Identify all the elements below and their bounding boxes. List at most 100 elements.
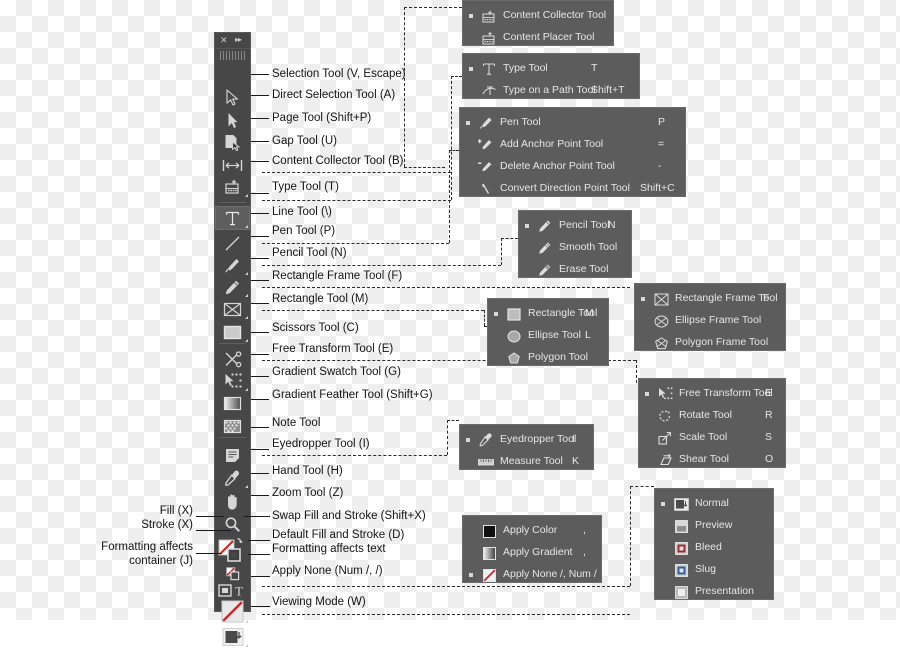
arrow-cursor-icon — [226, 88, 238, 106]
flyout-apply-color[interactable]: Apply Color , Apply Gradient , Apply Non… — [462, 515, 602, 583]
leader-viewing-mode — [251, 606, 270, 607]
rectangle-icon — [223, 325, 242, 339]
close-x-icon[interactable]: ✕ — [220, 35, 228, 45]
menu-item[interactable]: Polygon Tool — [488, 347, 608, 369]
label-tool-pen: Pen Tool (P) — [272, 225, 336, 237]
fill-stroke-control[interactable] — [215, 536, 250, 566]
menu-item[interactable]: Type Tool T — [463, 58, 639, 80]
tools-panel-header[interactable]: ✕ ▸▸ — [215, 33, 250, 49]
tool-pen[interactable] — [215, 253, 250, 277]
default-fill-stroke-icon — [225, 567, 239, 581]
menu-item[interactable]: Ellipse Tool L — [488, 325, 608, 347]
menu-item[interactable]: Add Anchor Point Tool = — [460, 134, 685, 156]
menu-item-label: Type Tool — [503, 62, 548, 74]
tool-content-collector[interactable] — [215, 175, 250, 199]
label-tool-content-collector: Content Collector Tool (B) — [272, 155, 404, 167]
menu-item[interactable]: Measure Tool K — [460, 451, 593, 473]
menu-item[interactable]: Shear Tool O — [639, 449, 785, 471]
menu-item[interactable]: Scale Tool S — [639, 427, 785, 449]
menu-item[interactable]: Apply Color , — [463, 520, 601, 542]
menu-item[interactable]: Eyedropper Tool I — [460, 429, 593, 451]
leader-gradient-feather — [251, 399, 269, 400]
tool-gradient-swatch[interactable] — [215, 391, 250, 415]
menu-item[interactable]: Normal — [655, 493, 773, 515]
label-formatting-affects-container: Formatting affects container (J) — [101, 541, 193, 567]
menu-item[interactable]: Pen Tool P — [460, 112, 685, 134]
tool-line[interactable] — [215, 231, 250, 255]
tool-pencil[interactable] — [215, 275, 250, 299]
menu-item[interactable]: Delete Anchor Point Tool - — [460, 156, 685, 178]
dash-content-collector-top — [404, 7, 462, 8]
leader-scissors — [251, 332, 269, 333]
menu-item[interactable]: Free Transform Tool E — [639, 383, 785, 405]
label-tool-eyedropper: Eyedropper Tool (I) — [272, 438, 370, 450]
dash-rect-h — [262, 310, 484, 311]
flyout-viewing-mode[interactable]: Normal Preview Bleed Slug Presentation — [654, 488, 774, 600]
menu-item[interactable]: Type on a Path Tool Shift+T — [463, 80, 639, 102]
menu-item[interactable]: Rectangle Tool M — [488, 303, 608, 325]
tool-scissors[interactable] — [215, 347, 250, 371]
menu-item[interactable]: Rectangle Frame Tool F — [635, 288, 785, 310]
menu-item-label: Slug — [695, 563, 717, 575]
flyout-eyedropper[interactable]: Eyedropper Tool I Measure Tool K — [459, 424, 594, 470]
double-arrow-right-icon[interactable]: ▸▸ — [235, 35, 242, 45]
rectangle-frame-icon — [653, 291, 669, 307]
flyout-rectangle-frame[interactable]: Rectangle Frame Tool F Ellipse Frame Too… — [634, 283, 786, 351]
current-tool-marker — [645, 392, 649, 396]
default-fill-stroke-control[interactable] — [215, 566, 250, 582]
dash-rect-frame-h — [262, 287, 630, 288]
apply-none-control[interactable] — [215, 599, 250, 625]
menu-item[interactable]: Bleed — [655, 537, 773, 559]
menu-item[interactable]: Content Collector Tool — [463, 5, 613, 27]
menu-item-label: Free Transform Tool — [679, 387, 773, 399]
dash-type-top — [262, 172, 451, 173]
menu-item[interactable]: Apply Gradient , — [463, 542, 601, 564]
menu-item[interactable]: Content Placer Tool — [463, 27, 613, 49]
menu-item[interactable]: Slug — [655, 559, 773, 581]
flyout-pen[interactable]: Pen Tool P Add Anchor Point Tool = Delet… — [459, 107, 686, 197]
tool-eyedropper[interactable] — [215, 466, 250, 490]
tools-panel[interactable]: ✕ ▸▸ T — [214, 32, 251, 647]
tool-selection[interactable] — [215, 85, 250, 109]
menu-item[interactable]: Rotate Tool R — [639, 405, 785, 427]
flyout-content-collector[interactable]: Content Collector Tool Content Placer To… — [462, 0, 614, 46]
tool-free-transform[interactable] — [215, 369, 250, 393]
type-T-icon — [481, 61, 497, 77]
menu-item[interactable]: Polygon Frame Tool — [635, 332, 785, 354]
menu-item[interactable]: Apply None /, Num / — [463, 564, 601, 586]
tool-note[interactable] — [215, 443, 250, 467]
leader-line — [251, 213, 269, 214]
tool-rectangle-frame[interactable] — [215, 297, 250, 321]
eyedropper-icon — [478, 432, 494, 448]
tool-page[interactable] — [215, 130, 250, 154]
menu-item[interactable]: Smooth Tool — [519, 237, 631, 259]
tool-direct-selection[interactable] — [215, 108, 250, 132]
leader-formatting-container — [196, 553, 221, 554]
flyout-rectangle[interactable]: Rectangle Tool M Ellipse Tool L Polygon … — [487, 298, 609, 366]
menu-item[interactable]: Pencil Tool N — [519, 215, 631, 237]
current-tool-marker — [466, 438, 470, 442]
label-tool-zoom: Zoom Tool (Z) — [272, 487, 344, 499]
label-tool-gap: Gap Tool (U) — [272, 135, 337, 147]
tool-rectangle[interactable] — [215, 320, 250, 344]
menu-item[interactable]: Ellipse Frame Tool — [635, 310, 785, 332]
flyout-type[interactable]: Type Tool T Type on a Path Tool Shift+T — [462, 53, 640, 99]
rotate-tool-icon — [657, 408, 673, 424]
tool-gap[interactable] — [215, 153, 250, 177]
menu-item[interactable]: Convert Direction Point Tool Shift+C — [460, 178, 685, 200]
flyout-pencil[interactable]: Pencil Tool N Smooth Tool Erase Tool — [518, 210, 632, 278]
formatting-affects-control[interactable]: T — [215, 582, 250, 599]
tool-type[interactable] — [215, 206, 250, 230]
flyout-free-transform[interactable]: Free Transform Tool E Rotate Tool R Scal… — [638, 378, 786, 468]
viewing-mode-control[interactable] — [215, 625, 250, 649]
menu-item[interactable]: Preview — [655, 515, 773, 537]
dash-pen-connect — [449, 150, 459, 151]
menu-item[interactable]: Erase Tool — [519, 259, 631, 281]
drag-grip[interactable] — [220, 51, 245, 60]
leader-pencil — [251, 258, 269, 259]
menu-item[interactable]: Presentation — [655, 581, 773, 603]
add-anchor-point-icon — [478, 137, 494, 153]
tool-gradient-feather[interactable] — [215, 414, 250, 438]
menu-item-shortcut: L — [585, 329, 591, 341]
tool-hand[interactable] — [215, 490, 250, 514]
